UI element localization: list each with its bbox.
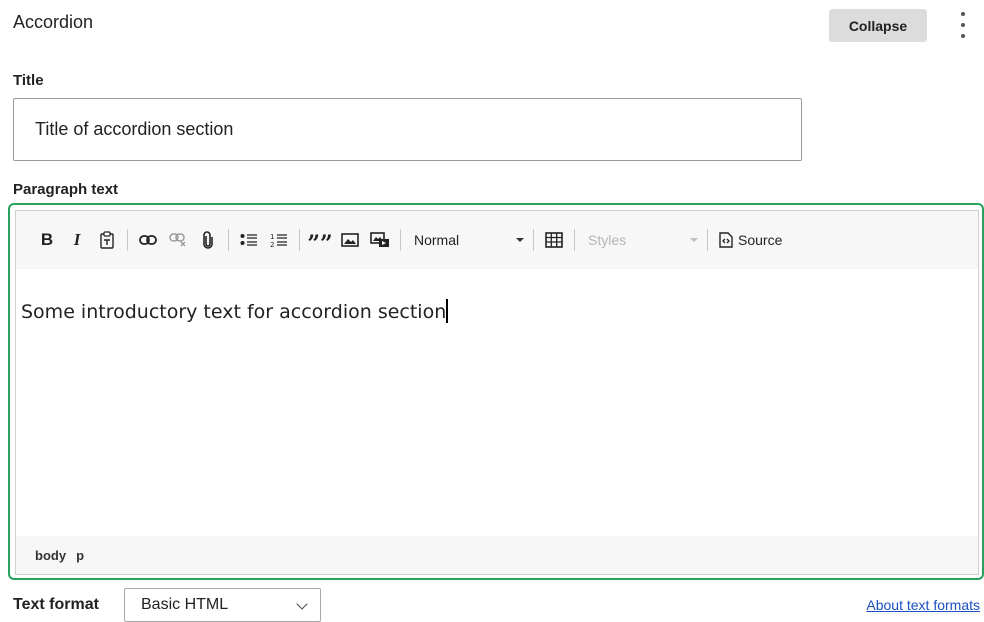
blockquote-icon[interactable]: ”” bbox=[307, 221, 333, 259]
path-item-p[interactable]: p bbox=[76, 548, 84, 563]
source-icon bbox=[719, 232, 733, 248]
path-item-body[interactable]: body bbox=[35, 548, 66, 563]
source-button[interactable]: Source bbox=[715, 225, 786, 255]
chevron-down-icon bbox=[690, 238, 698, 242]
svg-text:1: 1 bbox=[270, 233, 274, 241]
element-path-bar: body p bbox=[16, 536, 978, 574]
about-text-formats-link[interactable]: About text formats bbox=[866, 597, 980, 613]
image-icon[interactable] bbox=[337, 225, 363, 255]
paste-text-icon[interactable] bbox=[94, 225, 120, 255]
title-input[interactable] bbox=[13, 98, 802, 161]
bold-icon[interactable]: B bbox=[34, 225, 60, 255]
numbered-list-icon[interactable]: 12 bbox=[266, 225, 292, 255]
more-options-icon[interactable] bbox=[956, 12, 970, 38]
styles-dropdown[interactable]: Styles bbox=[580, 225, 702, 255]
link-icon[interactable] bbox=[135, 225, 161, 255]
editor-toolbar: B I 12 ”” Normal Styles Source bbox=[16, 211, 978, 269]
rich-text-editor: B I 12 ”” Normal Styles Source Some intr… bbox=[8, 203, 984, 580]
paragraph-type-title: Accordion bbox=[13, 12, 94, 32]
title-label: Title bbox=[13, 72, 44, 89]
styles-dropdown-value: Styles bbox=[588, 232, 627, 248]
chevron-down-icon bbox=[296, 598, 308, 610]
bulleted-list-icon[interactable] bbox=[236, 225, 262, 255]
source-label: Source bbox=[738, 232, 783, 248]
chevron-down-icon bbox=[516, 238, 524, 242]
unlink-icon[interactable] bbox=[165, 225, 191, 255]
paragraph-content: Some introductory text for accordion sec… bbox=[21, 301, 447, 323]
media-icon[interactable] bbox=[367, 225, 393, 255]
text-format-select[interactable]: Basic HTML bbox=[124, 588, 321, 622]
collapse-button[interactable]: Collapse bbox=[829, 9, 927, 42]
italic-icon[interactable]: I bbox=[64, 225, 90, 255]
paragraph-text-label: Paragraph text bbox=[13, 181, 119, 198]
editor-content[interactable]: Some introductory text for accordion sec… bbox=[16, 269, 978, 539]
text-cursor bbox=[446, 299, 449, 323]
text-format-label: Text format bbox=[13, 596, 99, 613]
attachment-icon[interactable] bbox=[195, 225, 221, 255]
svg-text:2: 2 bbox=[270, 241, 274, 248]
format-dropdown[interactable]: Normal bbox=[406, 225, 528, 255]
text-format-value: Basic HTML bbox=[141, 596, 229, 613]
format-dropdown-value: Normal bbox=[414, 232, 460, 248]
table-icon[interactable] bbox=[541, 225, 567, 255]
